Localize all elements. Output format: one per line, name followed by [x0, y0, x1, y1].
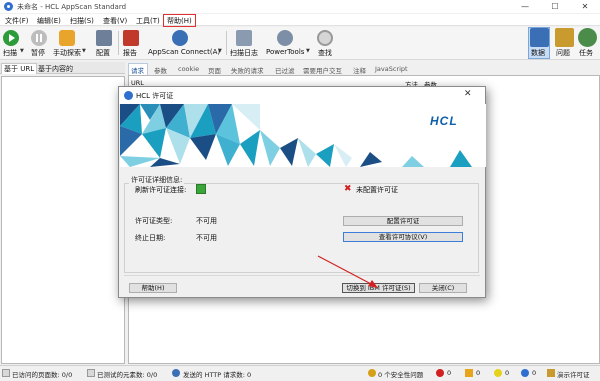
switch-to-ibm-license-button[interactable]: 切换到 IBM 许可证(S)	[342, 283, 415, 293]
tab-parameters[interactable]: 参数	[154, 65, 167, 75]
tab-pages[interactable]: 页面	[208, 65, 221, 75]
appscan-connect-label[interactable]: AppScan Connect(A)	[148, 48, 220, 56]
visited-pages-status: 已访问的页面数: 0/0	[12, 371, 73, 379]
help-button[interactable]: 帮助(H)	[129, 283, 177, 293]
tab-url-based[interactable]: 基于 URL	[1, 63, 38, 74]
license-status[interactable]: 演示许可证	[557, 369, 590, 379]
dialog-title-bar	[119, 87, 485, 104]
high-severity-icon	[436, 369, 444, 377]
menu-help[interactable]: 帮助(H)	[167, 16, 192, 26]
tab-cookie[interactable]: cookie	[178, 65, 199, 73]
manual-explore-dropdown-icon[interactable]: ▼	[82, 48, 86, 54]
powertools-icon[interactable]	[277, 30, 293, 46]
refresh-license-label: 刷新许可证连接:	[135, 186, 187, 194]
toolbar-separator	[226, 31, 227, 55]
scan-log-icon[interactable]	[236, 30, 252, 46]
license-details-group	[124, 183, 479, 273]
pause-glyph-icon	[36, 34, 42, 42]
medium-severity-icon	[465, 369, 473, 377]
menu-edit[interactable]: 编辑(E)	[37, 16, 61, 26]
cloud-upload-icon[interactable]	[172, 30, 188, 46]
find-label[interactable]: 查找	[318, 48, 332, 58]
http-requests-icon	[172, 369, 180, 377]
tested-elements-status: 已测试的元素数: 0/0	[97, 371, 158, 379]
maximize-button[interactable]: ☐	[540, 0, 570, 13]
close-button[interactable]: ✕	[570, 0, 600, 13]
view-license-agreement-button[interactable]: 查看许可协议(V)	[343, 232, 463, 242]
manual-explore-icon[interactable]	[59, 30, 75, 46]
tab-user-interaction[interactable]: 需要用户交互	[303, 65, 342, 75]
menu-tools[interactable]: 工具(T)	[136, 16, 160, 26]
tasks-label[interactable]: 任务	[579, 48, 593, 58]
tab-filtered[interactable]: 已过滤	[275, 65, 295, 75]
tab-javascript[interactable]: JavaScript	[375, 65, 408, 73]
license-status-text: 未配置许可证	[356, 186, 398, 194]
report-icon[interactable]	[123, 30, 139, 46]
tasks-check-icon[interactable]	[578, 28, 597, 47]
elements-icon	[87, 369, 95, 377]
license-type-label: 许可证类型:	[135, 217, 173, 225]
security-issues-icon	[368, 369, 376, 377]
url-tree-panel[interactable]	[1, 76, 125, 364]
menu-view[interactable]: 查看(V)	[103, 16, 127, 26]
find-magnifier-icon[interactable]	[317, 30, 333, 46]
low-severity-icon	[494, 369, 502, 377]
pause-label[interactable]: 暂停	[31, 48, 45, 58]
issues-label[interactable]: 问题	[556, 48, 570, 58]
data-label: 数据	[531, 49, 545, 57]
manual-explore-label[interactable]: 手动探索	[53, 48, 81, 58]
hcl-logo: HCL	[430, 114, 458, 128]
minimize-button[interactable]: —	[510, 0, 540, 13]
dialog-app-icon	[124, 91, 133, 100]
info-severity-icon	[521, 369, 529, 377]
report-label[interactable]: 报告	[123, 48, 137, 58]
tab-content-based[interactable]: 基于内容的	[38, 64, 73, 74]
close-dialog-button[interactable]: 关闭(C)	[419, 283, 467, 293]
error-x-icon: ✖	[344, 184, 352, 194]
scan-play-glyph-icon	[9, 34, 15, 42]
menu-scan[interactable]: 扫描(S)	[70, 16, 94, 26]
config-label[interactable]: 配置	[96, 48, 110, 58]
tab-comments[interactable]: 注释	[353, 65, 366, 75]
dialog-close-icon[interactable]: ✕	[464, 89, 472, 99]
end-date-label: 终止日期:	[135, 234, 166, 242]
scan-log-label[interactable]: 扫描日志	[230, 48, 258, 58]
end-date-value: 不可用	[196, 234, 217, 242]
dialog-separator	[124, 275, 480, 276]
config-icon[interactable]	[96, 30, 112, 46]
license-dialog: HCL 许可证 ✕ HCL 许可证详细信息: 刷新许可证连接: ✖ 未配置许可证…	[118, 86, 486, 298]
powertools-dropdown-icon[interactable]: ▼	[306, 48, 310, 54]
medium-severity-count: 0	[476, 369, 481, 377]
tab-failed-requests[interactable]: 失败的请求	[231, 65, 264, 75]
low-severity-count: 0	[505, 369, 510, 377]
license-lock-icon	[547, 369, 555, 377]
data-icon	[530, 28, 549, 47]
security-issues-status: 0 个安全性问题	[378, 371, 424, 379]
menu-file[interactable]: 文件(F)	[5, 16, 29, 26]
license-details-title: 许可证详细信息:	[129, 175, 185, 185]
tab-requests[interactable]: 请求	[131, 65, 144, 75]
info-severity-count: 0	[532, 369, 537, 377]
configure-license-button[interactable]: 配置许可证	[343, 216, 463, 226]
issues-lock-icon[interactable]	[555, 28, 574, 47]
window-title: 未命名 - HCL AppScan Standard	[17, 3, 127, 11]
scan-dropdown-icon[interactable]: ▼	[20, 48, 24, 54]
scan-label[interactable]: 扫描	[3, 48, 17, 58]
refresh-icon[interactable]	[196, 184, 206, 194]
app-logo-icon	[4, 2, 13, 11]
toolbar-separator	[118, 31, 119, 55]
appscan-connect-dropdown-icon[interactable]: ▼	[218, 48, 222, 54]
hcl-banner: HCL	[120, 104, 486, 167]
dialog-title: HCL 许可证	[136, 92, 174, 100]
pages-icon	[2, 369, 10, 377]
powertools-label[interactable]: PowerTools	[266, 48, 304, 56]
http-requests-status: 发送的 HTTP 请求数: 0	[183, 371, 252, 379]
high-severity-count: 0	[447, 369, 452, 377]
license-type-value: 不可用	[196, 217, 217, 225]
